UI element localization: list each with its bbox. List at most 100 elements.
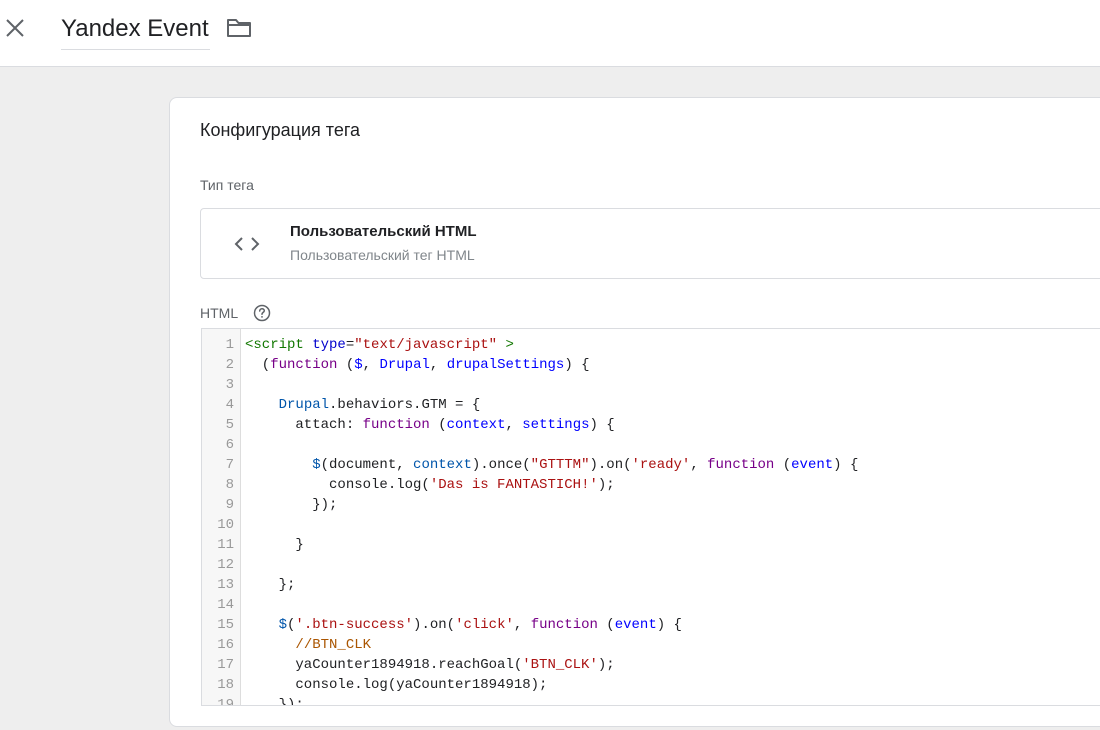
code-text: console.log(yaCounter1894918);	[245, 675, 547, 695]
code-token: ,	[513, 617, 531, 633]
code-text: Drupal.behaviors.GTM = {	[245, 395, 481, 415]
line-number: 9	[225, 497, 234, 513]
code-line: 14	[202, 595, 1100, 615]
code-text: });	[245, 695, 304, 706]
code-token: >	[497, 337, 514, 353]
code-line: 4 Drupal.behaviors.GTM = {	[202, 395, 1100, 415]
code-line: 2 (function ($, Drupal, drupalSettings) …	[202, 355, 1100, 375]
code-token: Drupal	[278, 397, 330, 413]
code-token: ) {	[589, 417, 615, 433]
code-token: console.log(yaCounter1894918);	[245, 677, 548, 693]
tag-name-input[interactable]: Yandex Event	[61, 12, 210, 50]
code-token: //BTN_CLK	[295, 637, 372, 653]
line-number: 14	[217, 597, 234, 613]
folder-icon[interactable]	[226, 17, 253, 39]
code-token: .behaviors.GTM = {	[329, 397, 481, 413]
help-circle-icon[interactable]	[253, 304, 271, 322]
code-line: 6	[202, 435, 1100, 455]
line-number: 17	[217, 657, 234, 673]
code-token: }	[245, 537, 304, 553]
line-number: 18	[217, 677, 234, 693]
card-title: Конфигурация тега	[200, 120, 361, 140]
code-token: 'ready'	[631, 457, 691, 473]
code-text: (function ($, Drupal, drupalSettings) {	[245, 355, 590, 375]
code-token: );	[597, 657, 615, 673]
code-line: 15 $ ('.btn-success').on('click', functio…	[202, 615, 1100, 635]
line-number: 13	[217, 577, 234, 593]
tag-type-label: Тип тега	[200, 177, 254, 193]
code-text: //BTN_CLK	[245, 635, 371, 655]
tag-type-selector[interactable]: Пользовательский HTML Пользовательский т…	[200, 208, 1100, 279]
code-token: 'BTN_CLK'	[522, 657, 598, 673]
code-line: 7 $(document, context).once("GTTTM").on(…	[202, 455, 1100, 475]
code-token: ).once(	[471, 457, 531, 473]
code-token: console.log(	[245, 477, 430, 493]
code-token: (	[337, 357, 355, 373]
code-line: 10	[202, 515, 1100, 535]
code-token: context	[446, 417, 506, 433]
line-number: 10	[217, 517, 234, 533]
tag-type-name: Пользовательский HTML	[290, 223, 477, 240]
code-text: }	[245, 535, 304, 555]
code-token: ,	[362, 357, 380, 373]
line-number: 8	[225, 477, 234, 493]
code-token: });	[245, 697, 304, 706]
code-token: (	[245, 357, 271, 373]
code-token: "text/javascript"	[354, 337, 498, 353]
line-number: 12	[217, 557, 234, 573]
code-text: <script type="text/javascript" >	[245, 335, 514, 355]
code-text: $('.btn-success').on('click', function (…	[245, 615, 682, 635]
line-number: 4	[225, 397, 234, 413]
code-text: });	[245, 495, 337, 515]
code-lines: 1 <script type="text/javascript" >2 (func…	[202, 335, 1100, 706]
code-token: (	[774, 457, 792, 473]
code-line: 9 });	[202, 495, 1100, 515]
code-line: 1 <script type="text/javascript" >	[202, 335, 1100, 355]
code-text: $(document, context).once("GTTTM").on('r…	[245, 455, 858, 475]
line-number: 5	[225, 417, 234, 433]
code-text: console.log('Das is FANTASTICH!');	[245, 475, 615, 495]
code-token: function	[530, 617, 598, 633]
code-token: ,	[429, 357, 447, 373]
code-line: 8 console.log('Das is FANTASTICH!');	[202, 475, 1100, 495]
code-token: $	[354, 357, 363, 373]
code-token: function	[270, 357, 338, 373]
code-line: 3	[202, 375, 1100, 395]
code-token: <script	[245, 337, 313, 353]
code-text: };	[245, 575, 296, 595]
code-token: =	[345, 337, 355, 353]
code-text: yaCounter1894918.reachGoal('BTN_CLK');	[245, 655, 615, 675]
code-token: 'Das is FANTASTICH!'	[429, 477, 598, 493]
code-token: attach:	[245, 417, 363, 433]
line-number: 19	[217, 697, 234, 706]
close-icon[interactable]	[4, 17, 26, 39]
code-token: '.btn-success'	[295, 617, 414, 633]
line-number: 7	[225, 457, 234, 473]
tag-type-description: Пользовательский тег HTML	[290, 247, 475, 263]
line-number: 2	[225, 357, 234, 373]
code-token: ) {	[656, 617, 682, 633]
line-number: 11	[217, 537, 234, 553]
code-brackets-icon	[233, 233, 261, 255]
code-token: function	[362, 417, 430, 433]
code-line: 13 };	[202, 575, 1100, 595]
html-code-editor[interactable]: 1 <script type="text/javascript" >2 (func…	[201, 328, 1100, 706]
code-token: });	[245, 497, 338, 513]
line-number: 6	[225, 437, 234, 453]
code-text: attach: function (context, settings) {	[245, 415, 615, 435]
code-token: (	[429, 417, 447, 433]
line-number: 1	[225, 337, 234, 353]
code-token: );	[597, 477, 615, 493]
line-number: 3	[225, 377, 234, 393]
code-token: ).on(	[589, 457, 632, 473]
code-token: function	[707, 457, 775, 473]
code-line: 18 console.log(yaCounter1894918);	[202, 675, 1100, 695]
html-label: HTML	[200, 305, 239, 321]
code-token: ) {	[564, 357, 590, 373]
code-token: ,	[505, 417, 523, 433]
code-token: (	[597, 617, 615, 633]
